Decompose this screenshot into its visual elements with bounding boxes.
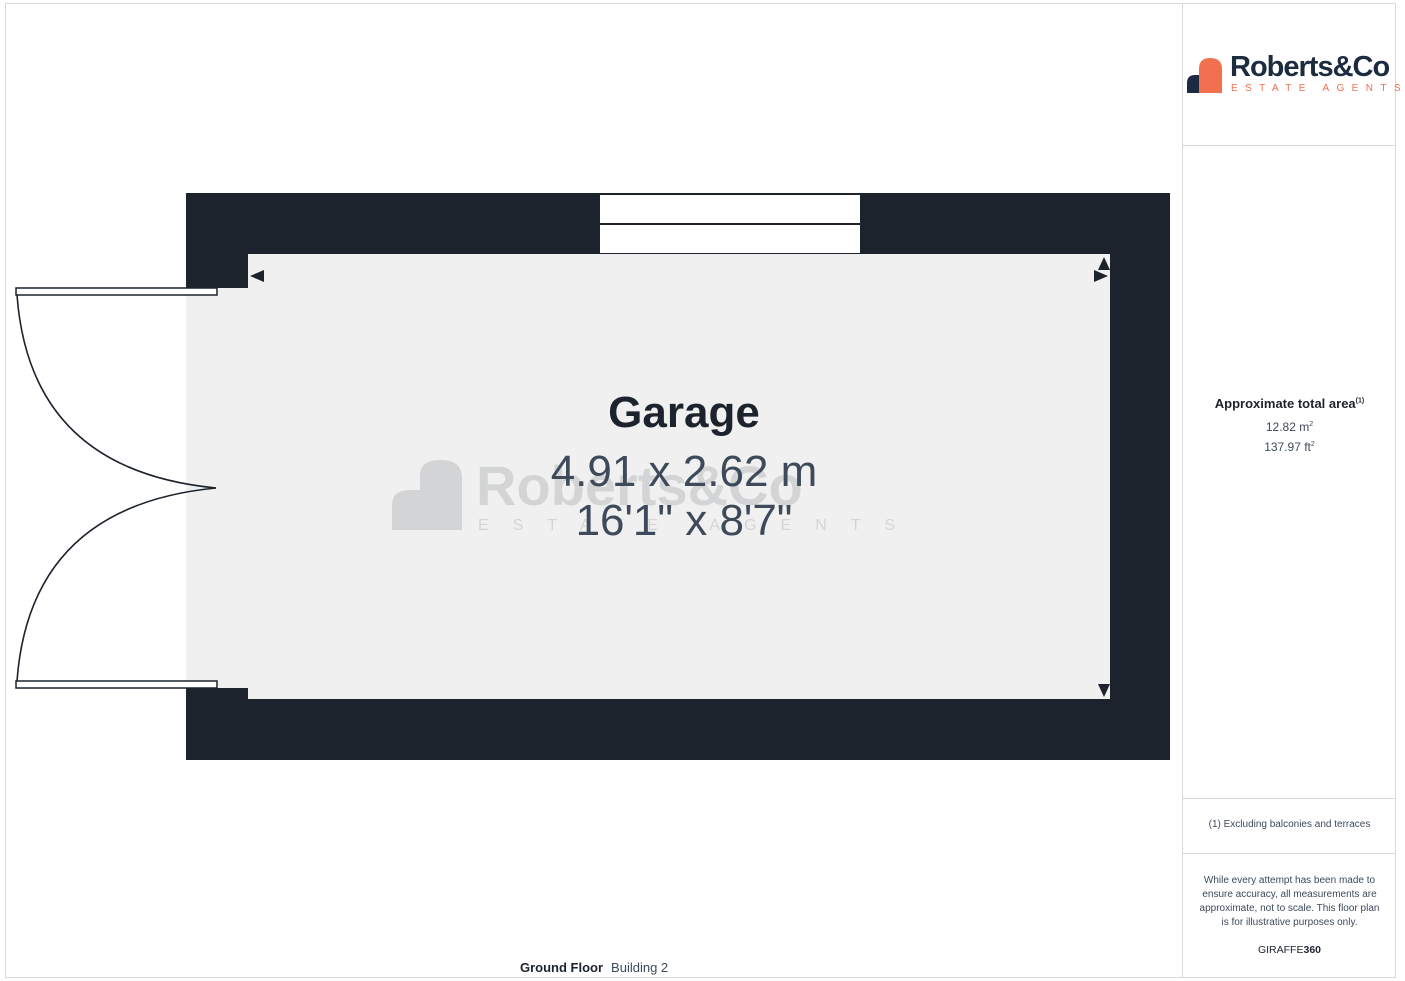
- disclaimer-text: While every attempt has been made to ens…: [1199, 875, 1380, 928]
- area-metric: 12.82 m2: [1265, 420, 1314, 434]
- info-panel: Roberts&Co ESTATE AGENTS Approximate tot…: [1182, 3, 1401, 978]
- room-dimensions-imperial: 16'1" x 8'7": [575, 496, 793, 545]
- footnote-marker: (1): [1355, 397, 1365, 405]
- logo-tagline: ESTATE AGENTS: [1231, 83, 1405, 94]
- room-dimensions-metric: 4.91 x 2.62 m: [550, 447, 818, 496]
- divider: [1183, 798, 1396, 799]
- floor-name: Ground Floor: [520, 960, 604, 975]
- building-name: Building 2: [611, 960, 669, 975]
- maker-credit: GIRAFFE360: [1257, 944, 1322, 956]
- room-name: Garage: [608, 388, 760, 437]
- logo-mark-icon: [1187, 58, 1222, 93]
- floor-label: Ground Floor Building 2: [520, 960, 668, 975]
- area-title: Approximate total area(1): [1214, 396, 1365, 411]
- logo-brand-name: Roberts&Co: [1230, 51, 1390, 83]
- area-imperial: 137.97 ft2: [1264, 440, 1315, 454]
- divider: [1183, 853, 1396, 854]
- area-footnote: (1) Excluding balconies and terraces: [1208, 819, 1371, 830]
- window: [600, 195, 860, 253]
- divider: [1183, 145, 1396, 146]
